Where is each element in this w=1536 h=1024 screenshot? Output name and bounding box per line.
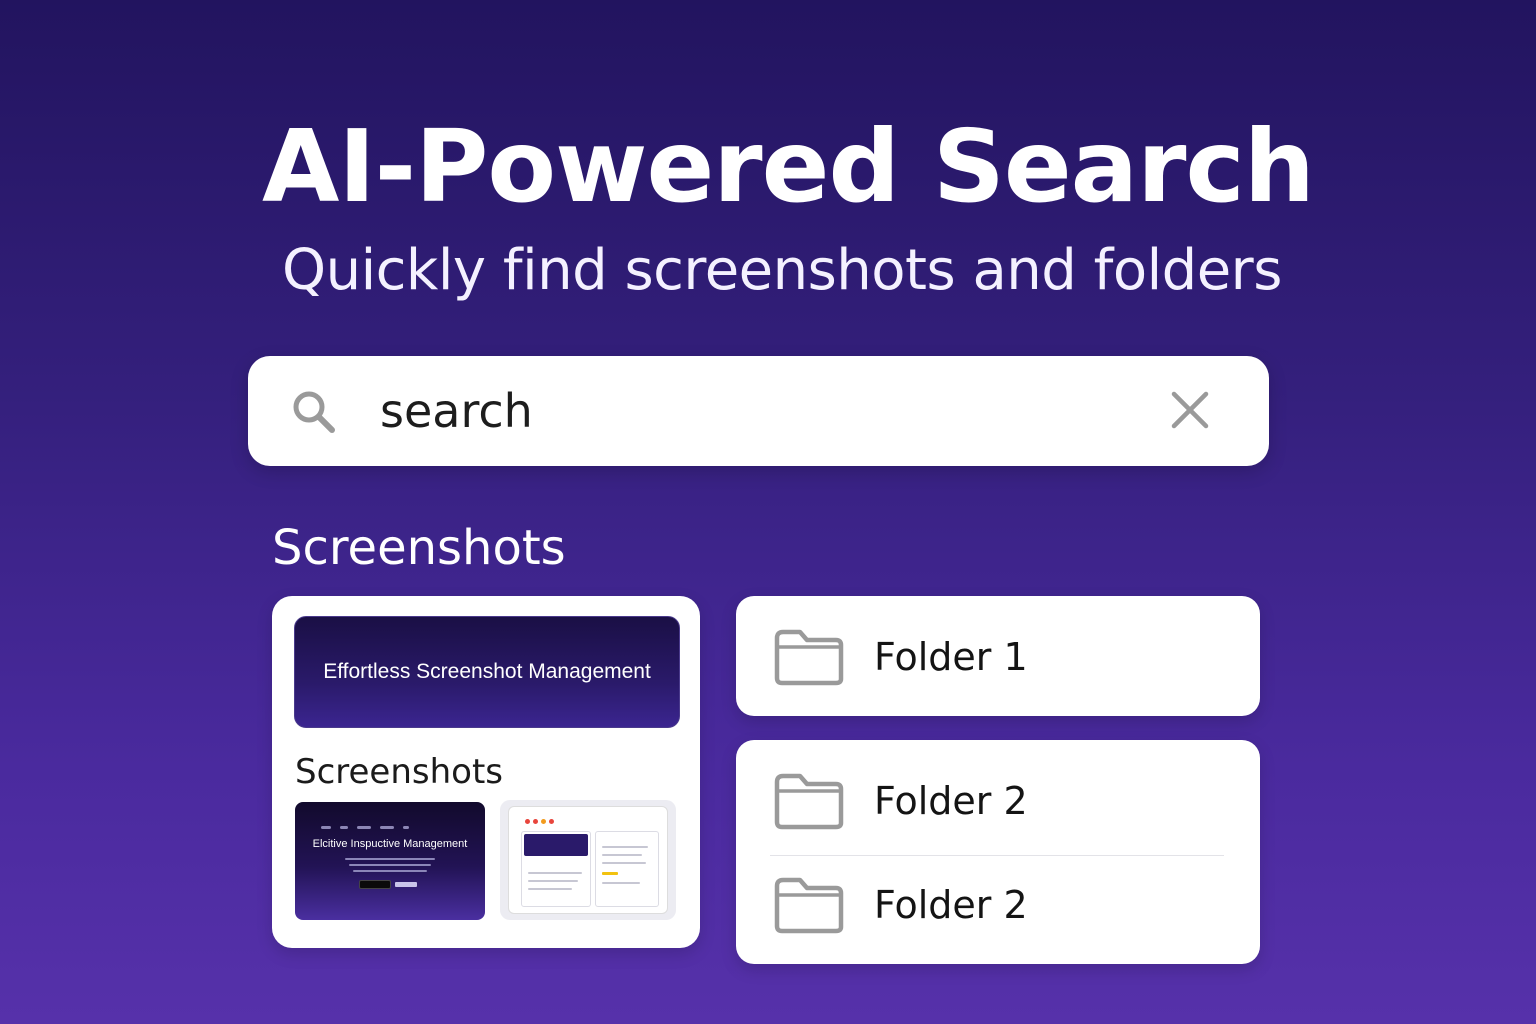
thumbnail-mini-window (521, 831, 591, 907)
page-subtitle: Quickly find screenshots and folders (282, 238, 1282, 303)
folder-item[interactable]: Folder 2 (774, 876, 1028, 934)
screenshot-thumbnail-dark[interactable]: Elcitive Inspuctive Management (295, 802, 485, 920)
folder-label: Folder 2 (874, 883, 1028, 927)
thumbnail-window (508, 806, 668, 914)
folder-label: Folder 2 (874, 779, 1028, 823)
thumbnail-nav (321, 826, 409, 829)
screenshot-thumbnail-light[interactable] (500, 800, 676, 920)
thumbnail-link (395, 882, 417, 887)
thumbnail-button (359, 880, 391, 889)
window-dot-orange (541, 819, 546, 824)
folder-icon (774, 629, 844, 686)
window-dot-red (549, 819, 554, 824)
thumbnail-mini-window (595, 831, 659, 907)
screenshots-section-title: Screenshots (272, 520, 566, 576)
thumbnail-text-line (345, 858, 435, 860)
search-input[interactable] (380, 380, 1120, 442)
folder-item[interactable]: Folder 2 (774, 772, 1028, 830)
folder-icon (774, 773, 844, 830)
close-icon[interactable] (1168, 388, 1212, 432)
window-dot-red (525, 819, 530, 824)
folder-item[interactable]: Folder 1 (774, 628, 1028, 686)
screenshot-banner[interactable]: Effortless Screenshot Management (294, 616, 680, 728)
screenshots-card-subtitle: Screenshots (295, 752, 504, 792)
banner-text: Effortless Screenshot Management (323, 660, 651, 683)
folder-label: Folder 1 (874, 635, 1028, 679)
thumbnail-text-line (349, 864, 431, 866)
search-icon (293, 391, 335, 433)
window-dot-red (533, 819, 538, 824)
thumbnail-title: Elcitive Inspuctive Management (312, 838, 468, 850)
page-title: AI-Powered Search (262, 108, 1315, 225)
divider (770, 855, 1224, 856)
thumbnail-text-line (353, 870, 427, 872)
folder-icon (774, 877, 844, 934)
